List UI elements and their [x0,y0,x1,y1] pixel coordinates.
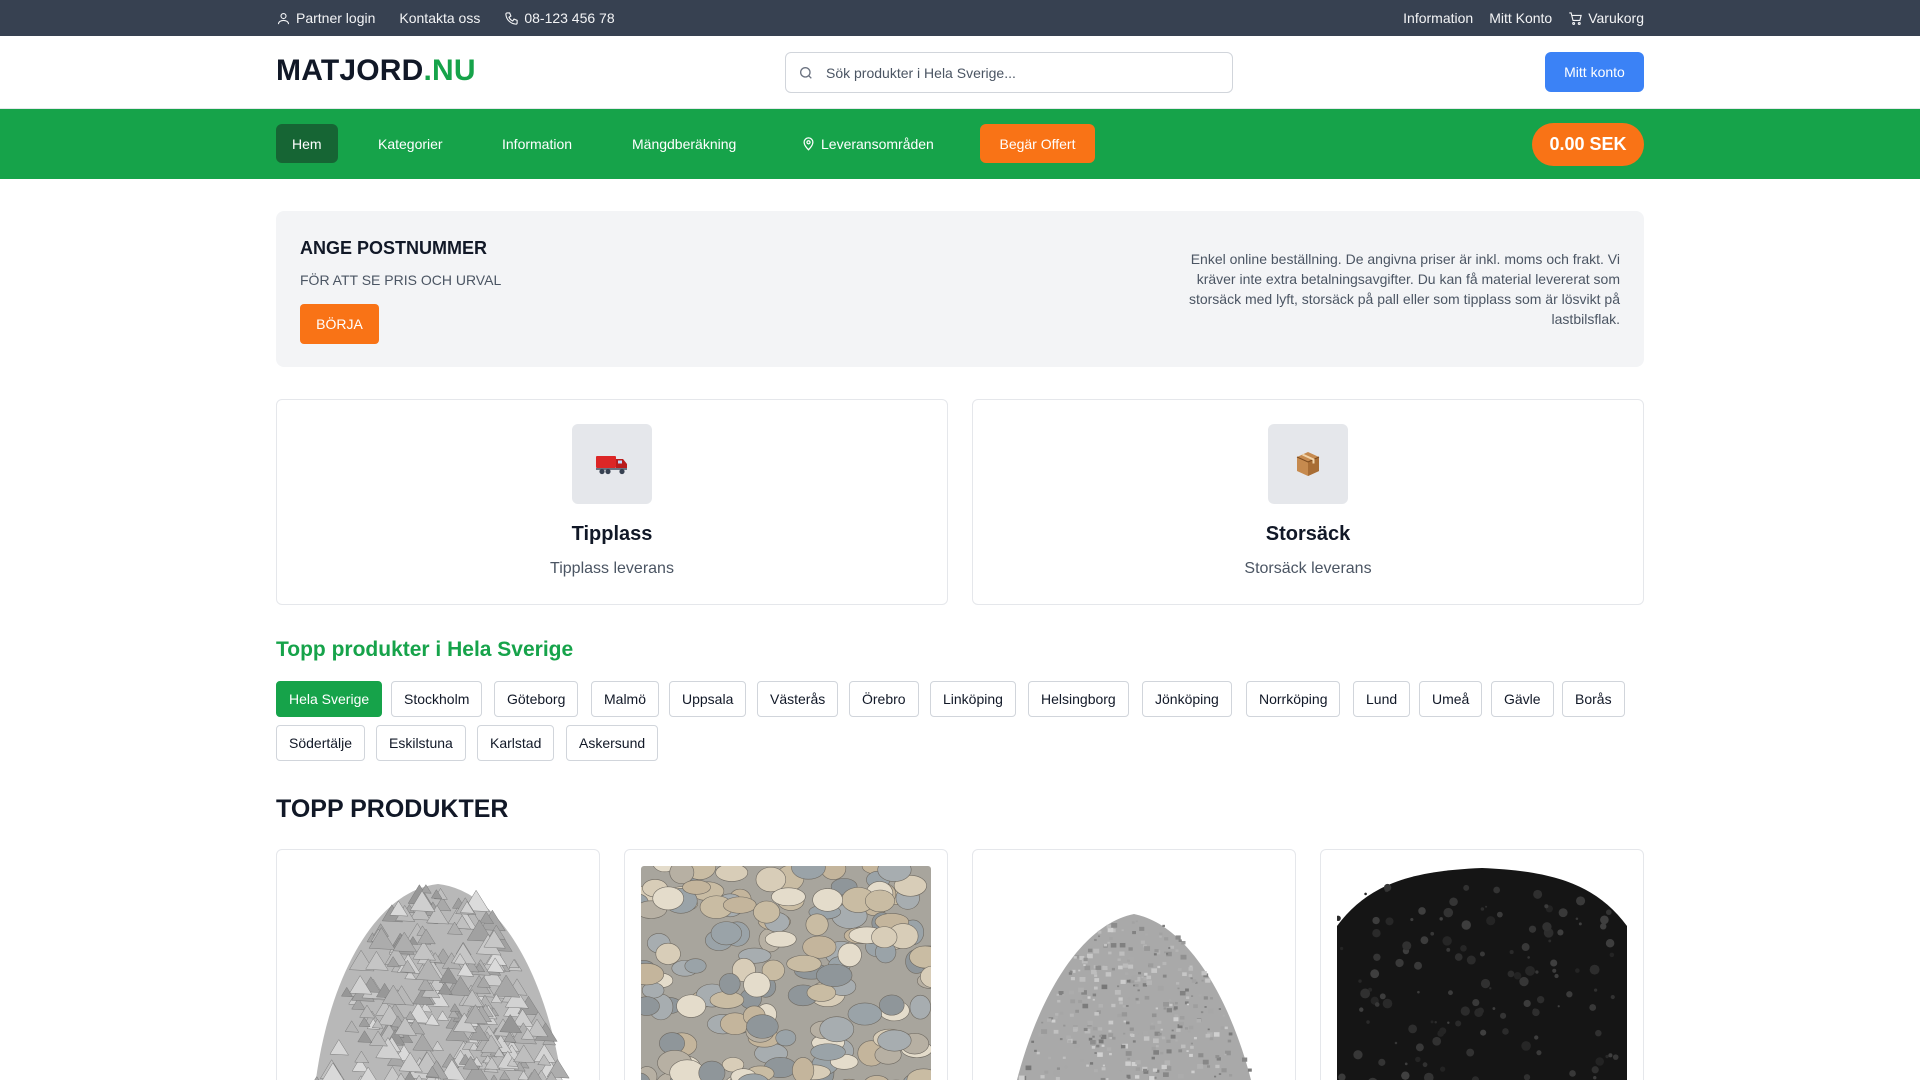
region-chip[interactable]: Stockholm [391,681,483,717]
nav-item-label: Leveransområden [821,135,934,152]
delivery-card-title: Storsäck [1265,523,1351,545]
search-box [785,52,1233,93]
contact-link[interactable]: Kontakta oss [399,10,480,26]
nav-item-label: Mängdberäkning [632,135,737,152]
phone-link[interactable]: 08-123 456 78 [504,10,615,26]
start-button[interactable]: BÖRJA [300,304,379,344]
phone-icon [505,11,519,25]
ordering-info: Enkel online beställning. De angivna pri… [1188,251,1620,327]
regions-title: Topp produkter i Hela Sverige [276,638,574,661]
product-image-black-soil [1337,866,1627,1080]
top-information-link[interactable]: Information [1403,10,1473,26]
top-information-label: Information [1403,10,1474,26]
package-icon [1268,424,1348,504]
top-bar: Partner login Kontakta oss 08-123 456 78… [0,0,1920,36]
top-products-title: TOPP PRODUKTER [276,795,509,823]
phone-number: 08-123 456 78 [524,10,615,26]
product-card[interactable] [1320,849,1644,1080]
postcode-subtitle: FÖR ATT SE PRIS OCH URVAL [300,272,502,288]
nav-item-label: Information [502,135,573,152]
postcode-panel: ANGE POSTNUMMER FÖR ATT SE PRIS OCH URVA… [276,211,1644,367]
delivery-card-storsack[interactable]: Storsäck Storsäck leverans [972,399,1644,605]
cart-icon [1569,11,1583,25]
nav-item-label: Kategorier [378,135,443,152]
region-chip[interactable]: Uppsala [669,681,747,717]
region-chip[interactable]: Helsingborg [1028,681,1129,717]
postcode-title: ANGE POSTNUMMER [300,238,488,258]
logo-main: MATJORD [276,54,424,87]
region-chip[interactable]: Gävle [1491,681,1554,717]
cart-link[interactable]: Varukorg [1568,10,1644,26]
nav-item-label: Hem [292,135,322,152]
region-chip[interactable]: Södertälje [276,725,366,761]
product-card[interactable] [624,849,948,1080]
region-chip[interactable]: Umeå [1419,681,1483,717]
region-chip[interactable]: Borås [1562,681,1625,717]
delivery-card-tipplass[interactable]: Tipplass Tipplass leverans [276,399,948,605]
nav-item-leveransomraden[interactable]: Leveransområden [801,124,934,163]
product-image-fine-grey-gravel [989,866,1279,1080]
region-chip[interactable]: Eskilstuna [376,725,466,761]
delivery-card-description: Storsäck leverans [1244,560,1372,577]
map-pin-icon [803,137,814,151]
region-chip[interactable]: Karlstad [477,725,555,761]
region-chip[interactable]: Lund [1353,681,1411,717]
search-input[interactable] [826,64,1206,81]
truck-icon [572,424,652,504]
site-logo[interactable]: MATJORD.NU [276,54,476,88]
region-chip[interactable]: Örebro [849,681,919,717]
my-account-button[interactable]: Mitt konto [1545,52,1644,92]
nav-item-information[interactable]: Information [502,124,572,163]
partner-login-label: Partner login [296,10,376,26]
region-chip[interactable]: Linköping [930,681,1016,717]
nav-item-mangdberakning[interactable]: Mängdberäkning [632,124,736,163]
top-my-account-link[interactable]: Mitt Konto [1489,10,1552,26]
region-chip[interactable]: Jönköping [1142,681,1232,717]
delivery-card-title: Tipplass [571,523,653,545]
product-card[interactable] [276,849,600,1080]
product-image-river-pebbles [641,866,931,1080]
site-header: MATJORD.NU Mitt konto [0,36,1920,109]
region-chip[interactable]: Västerås [757,681,839,717]
region-chip[interactable]: Göteborg [494,681,579,717]
contact-label: Kontakta oss [399,10,481,26]
logo-tld: .NU [423,54,476,87]
product-image-grey-gravel [293,866,583,1080]
cart-total-button[interactable]: 0.00 SEK [1532,123,1644,166]
nav-item-hem[interactable]: Hem [276,124,338,163]
delivery-card-description: Tipplass leverans [550,560,674,577]
main-nav: Hem Kategorier Information Mängdberäknin… [0,109,1920,179]
region-chip[interactable]: Askersund [566,725,659,761]
region-chip[interactable]: Malmö [591,681,660,717]
partner-login-link[interactable]: Partner login [276,10,375,26]
user-icon [277,12,290,24]
product-card[interactable] [972,849,1296,1080]
search-icon [800,66,812,79]
top-my-account-label: Mitt Konto [1489,10,1553,26]
region-chip[interactable]: Hela Sverige [276,681,383,717]
request-quote-button[interactable]: Begär Offert [980,124,1095,163]
cart-label: Varukorg [1588,10,1644,26]
region-chip[interactable]: Norrköping [1246,681,1341,717]
nav-item-kategorier[interactable]: Kategorier [378,124,443,163]
